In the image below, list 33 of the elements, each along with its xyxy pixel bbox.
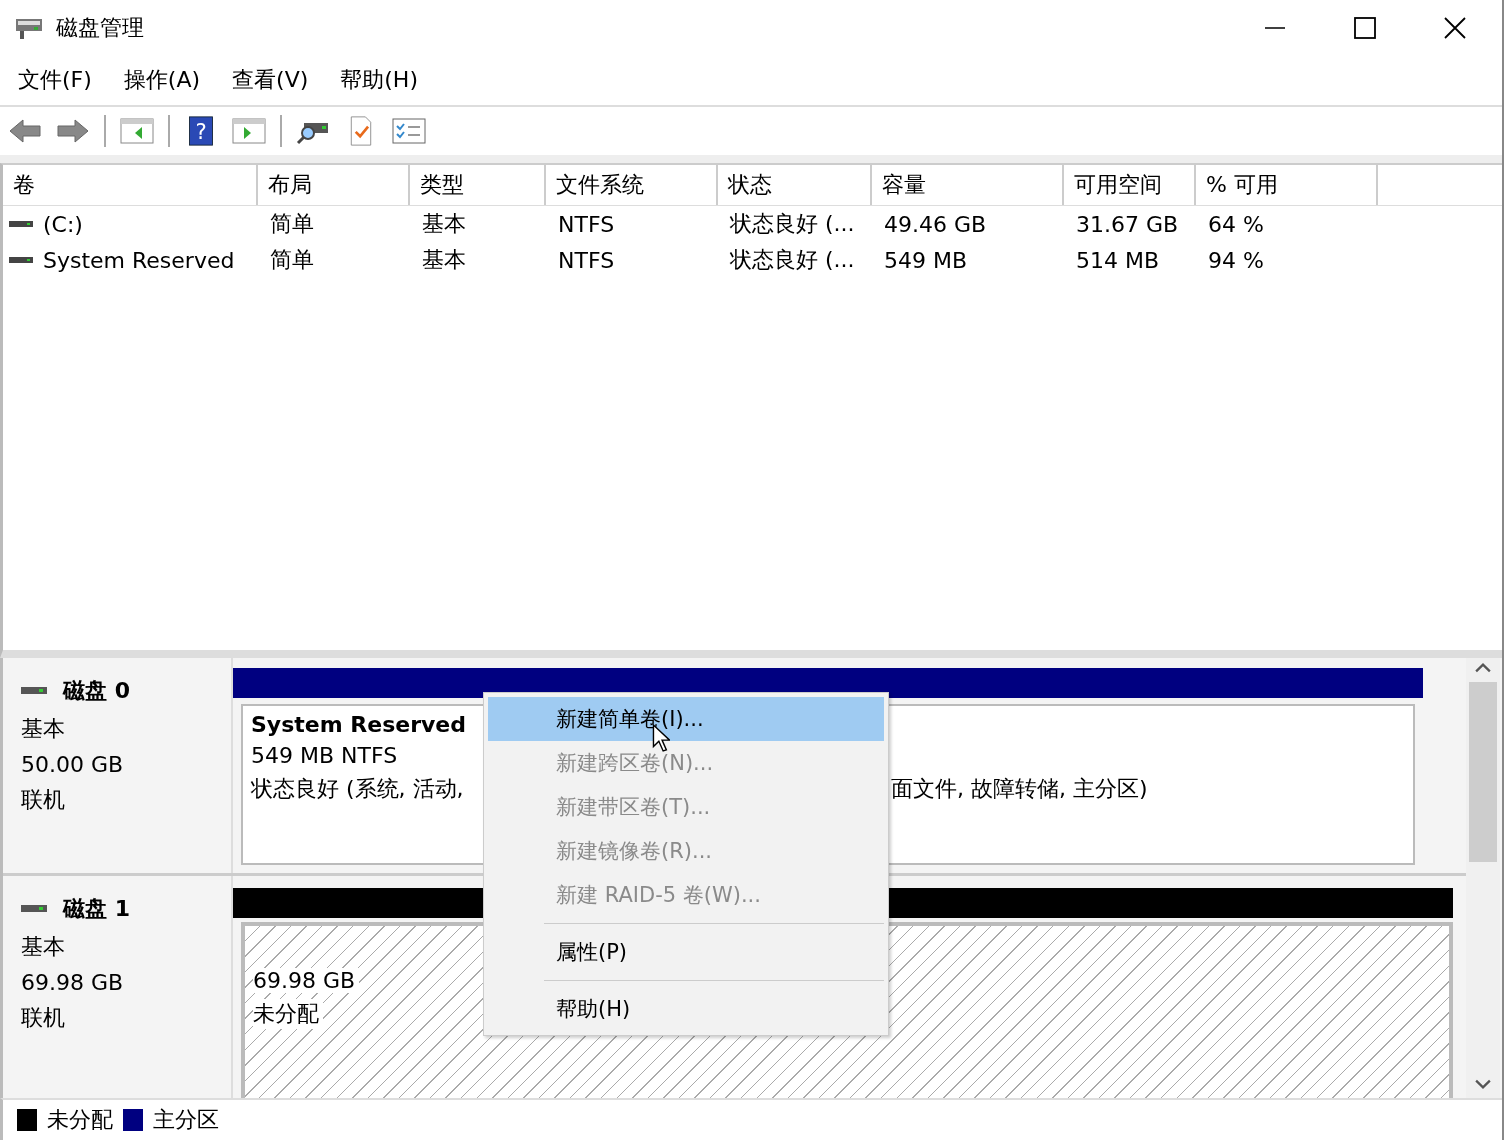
table-cell: System Reserved [43,247,235,273]
disk-type: 基本 [21,715,66,743]
table-cell-text: 简单 [269,210,315,238]
disk-name: 磁盘 0 [63,677,130,705]
window-title: 磁盘管理 [56,13,144,42]
partition-name: System Reserved [251,712,467,737]
table-cell: (C:) [43,211,83,237]
partition-status: 面文件, 故障转储, 主分区) [891,775,1148,803]
table-cell-text: 49.46 GB [883,211,988,237]
table-cell-text: 94 % [1207,247,1265,273]
table-cell-text: 31.67 GB [1075,211,1180,237]
disk-name: 磁盘 1 [63,895,130,923]
table-cell-text: 状态良好 (... [729,246,856,274]
table-cell-text: 基本 [421,246,467,274]
legend-label: 主分区 [153,1106,219,1134]
disk-size: 69.98 GB [21,970,125,995]
disk-type: 基本 [21,933,66,961]
disk-status: 联机 [21,1004,66,1032]
table-cell-text: 514 MB [1075,247,1161,273]
table-cell-text: 549 MB [883,247,969,273]
table-cell-text: NTFS [557,211,616,237]
legend-label: 未分配 [47,1106,113,1134]
disk-status: 联机 [21,786,66,814]
partition-size: 69.98 GB [253,968,360,993]
table-cell-text: 简单 [269,246,315,274]
partition-info: 549 MB NTFS [251,743,398,768]
table-cell-text: 64 % [1207,211,1265,237]
partition-label: 未分配 [253,999,323,1029]
partition-status: 状态良好 (系统, 活动, [251,776,464,801]
disk-size: 50.00 GB [21,752,125,777]
table-cell-text: 基本 [421,210,467,238]
table-cell-text: 状态良好 (... [729,210,856,238]
table-cell-text: NTFS [557,247,616,273]
